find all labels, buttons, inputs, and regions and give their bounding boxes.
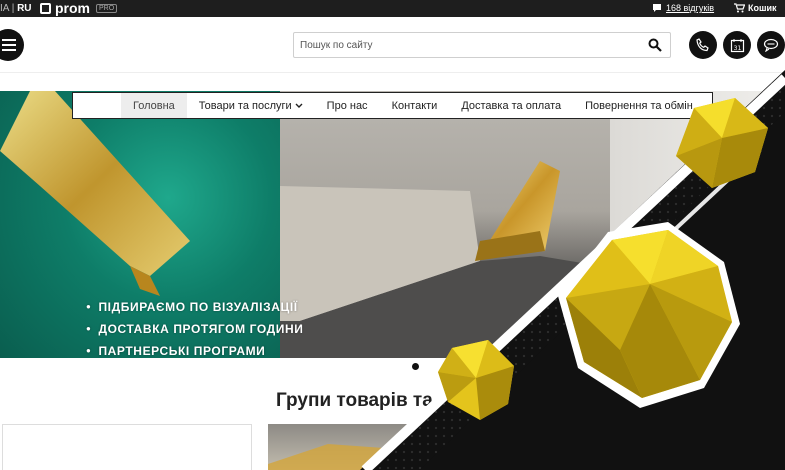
reviews-count[interactable]: 168 відгуків [666, 3, 714, 13]
chevron-down-icon [295, 103, 303, 108]
nav-about[interactable]: Про нас [315, 93, 380, 118]
phone-button[interactable] [689, 31, 717, 59]
slider-dot[interactable] [412, 363, 419, 370]
hero-banner[interactable]: ПІДБИРАЄМО ПО ВІЗУАЛІЗАЦІЇ ДОСТАВКА ПРОТ… [0, 91, 785, 358]
nav-label: Головна [133, 99, 175, 112]
schedule-button[interactable]: 31 [723, 31, 751, 59]
nav-products[interactable]: Товари та послуги [187, 93, 315, 118]
nav-label: Про нас [326, 99, 368, 112]
lang-current[interactable]: RU [17, 3, 31, 14]
lang-separator: | [11, 3, 15, 14]
nav-home[interactable]: Головна [121, 93, 187, 118]
reviews-link[interactable]: 168 відгуків [652, 3, 714, 13]
chat-button[interactable] [757, 31, 785, 59]
calendar-icon: 31 [730, 38, 744, 52]
top-bar: IA | RU prom PRO 168 відгуків Кошик [0, 0, 785, 17]
hero-bullet: ПІДБИРАЄМО ПО ВІЗУАЛІЗАЦІЇ [86, 296, 304, 318]
search-input[interactable] [294, 33, 634, 57]
search-box [293, 32, 671, 58]
nav-label: Повернення та обмін [585, 99, 693, 112]
lang-prev[interactable]: IA [0, 3, 9, 14]
hero-bullet: ПАРТНЕРСЬКІ ПРОГРАМИ [86, 340, 304, 358]
language-switcher[interactable]: IA | RU [0, 3, 32, 14]
hero-bullet: ДОСТАВКА ПРОТЯГОМ ГОДИНИ [86, 318, 304, 340]
prom-badge: PRO [96, 3, 118, 13]
prom-brand: prom [55, 0, 90, 16]
product-group-card[interactable] [2, 424, 252, 470]
chat-icon [763, 38, 779, 52]
phone-icon [696, 38, 709, 52]
hero-bullets: ПІДБИРАЄМО ПО ВІЗУАЛІЗАЦІЇ ДОСТАВКА ПРОТ… [86, 296, 304, 358]
speech-bubble-icon [653, 4, 661, 12]
menu-button[interactable] [0, 29, 24, 61]
prom-logo-icon [40, 2, 51, 14]
nav-label: Доставка та оплата [461, 99, 562, 112]
nav-contacts[interactable]: Контакти [380, 93, 450, 118]
product-group-image [268, 444, 468, 470]
calendar-day: 31 [733, 45, 741, 52]
nav-label: Контакти [391, 99, 438, 112]
cart-button[interactable]: Кошик [734, 3, 777, 13]
search-icon[interactable] [648, 38, 662, 52]
site-header: 31 [0, 17, 785, 73]
section-title: Групи товарів та [276, 390, 433, 411]
cart-label: Кошик [748, 3, 777, 13]
nav-delivery[interactable]: Доставка та оплата [449, 93, 573, 118]
product-group-card[interactable] [268, 424, 468, 470]
main-nav: Головна Товари та послуги Про нас Контак… [72, 92, 713, 119]
cart-icon [734, 3, 745, 13]
nav-returns[interactable]: Повернення та обмін [573, 93, 705, 118]
nav-label: Товари та послуги [198, 99, 292, 112]
prom-logo[interactable]: prom PRO [40, 0, 118, 16]
